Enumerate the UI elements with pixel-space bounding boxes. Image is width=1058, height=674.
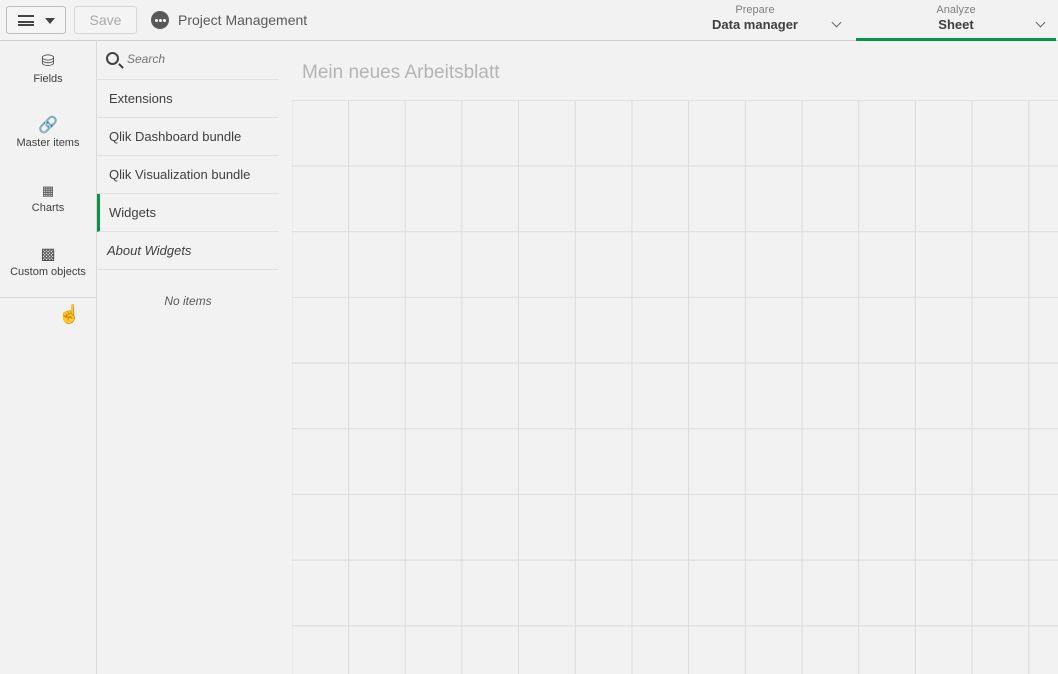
about-widgets-header[interactable]: About Widgets [97,232,279,270]
sidebar-item-master-items[interactable]: 🔗 Master items [0,105,96,169]
more-options-icon[interactable] [151,11,169,29]
list-item-widgets[interactable]: Widgets [97,194,279,232]
sheet-title[interactable]: Mein neues Arbeitsblatt [302,62,500,84]
search-input[interactable] [127,52,267,66]
sidebar-item-custom-objects[interactable]: ▩ Custom objects [0,234,96,298]
link-icon: 🔗 [38,117,58,134]
hamburger-icon [18,15,34,26]
caret-down-icon [45,18,55,24]
nav-prepare-value: Data manager [712,17,798,32]
sidebar-item-fields[interactable]: ⛁ Fields [0,41,96,105]
sidebar-item-label: Custom objects [10,266,86,278]
database-icon: ⛁ [41,53,55,70]
list-item-extensions[interactable]: Extensions [97,80,279,118]
sheet-grid[interactable] [292,100,1058,674]
nav-prepare-label: Prepare [735,4,775,16]
save-button[interactable]: Save [74,6,137,34]
sidebar-item-label: Charts [31,202,65,214]
app-title: Project Management [178,12,308,28]
list-item-dashboard-bundle[interactable]: Qlik Dashboard bundle [97,118,279,156]
nav-prepare[interactable]: Prepare Data manager [658,4,852,41]
search-box[interactable] [97,41,279,80]
divider [0,297,96,298]
top-bar: Save Project Management Prepare Data man… [0,0,1058,41]
custom-objects-panel: Extensions Qlik Dashboard bundle Qlik Vi… [97,41,279,674]
nav-analyze[interactable]: Analyze Sheet [856,4,1056,41]
nav-analyze-label: Analyze [936,4,976,16]
hand-cursor-icon: ☝ [58,304,81,324]
nav-analyze-value: Sheet [938,17,974,32]
puzzle-icon: ▩ [40,246,56,263]
list-item-visualization-bundle[interactable]: Qlik Visualization bundle [97,156,279,194]
search-icon [106,52,119,65]
bar-chart-icon: ▦ [41,183,55,198]
assets-sidebar: ⛁ Fields 🔗 Master items ▦ Charts ▩ Custo… [0,41,97,674]
sidebar-item-label: Master items [16,137,80,149]
sidebar-item-charts[interactable]: ▦ Charts [0,170,96,234]
empty-message: No items [164,294,212,308]
sidebar-item-label: Fields [33,73,63,85]
global-menu-button[interactable] [6,6,66,34]
